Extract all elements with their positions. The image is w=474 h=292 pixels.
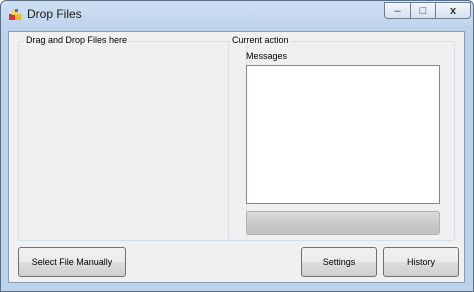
app-icon [8,7,24,23]
settings-button-label: Settings [322,257,356,267]
title-bar[interactable]: Drop Files – □ x [1,1,473,31]
history-button[interactable]: History [383,247,459,277]
messages-list[interactable] [246,65,440,204]
maximize-button[interactable]: □ [410,2,436,19]
close-icon: x [449,4,457,17]
messages-label: Messages [246,51,288,61]
current-action-label: Current action [230,35,291,45]
close-button[interactable]: x [435,2,471,19]
maximize-icon: □ [419,4,427,17]
main-window: Drop Files – □ x Drag and Drop Files her… [0,0,474,292]
history-button-label: History [406,257,435,267]
progress-bar [246,211,440,235]
settings-button[interactable]: Settings [301,247,377,277]
minimize-icon: – [394,4,401,17]
minimize-button[interactable]: – [384,2,411,19]
client-area: Drag and Drop Files here Current action … [8,31,465,283]
drop-area-label: Drag and Drop Files here [24,35,130,45]
window-title: Drop Files [27,7,82,21]
drop-area[interactable] [18,41,247,241]
select-file-button-label: Select File Manually [31,257,113,267]
select-file-button[interactable]: Select File Manually [18,247,126,277]
